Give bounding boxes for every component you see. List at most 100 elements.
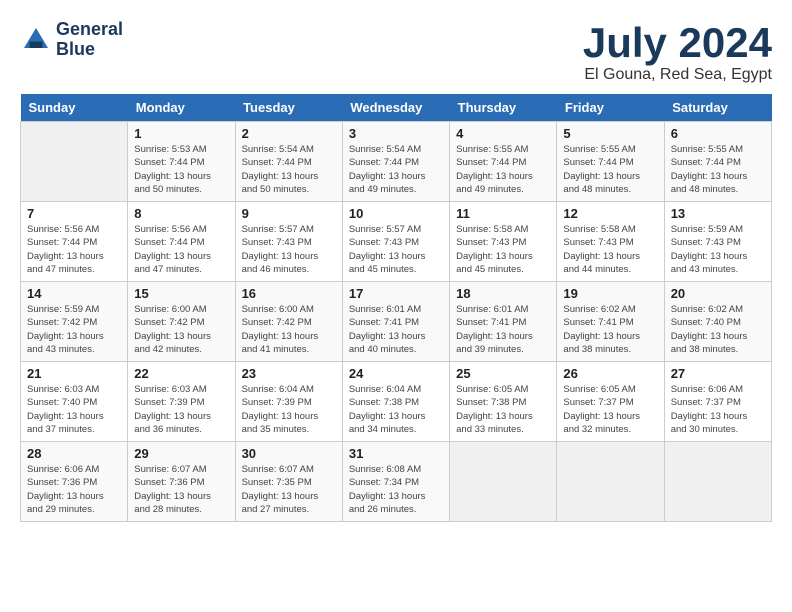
day-number: 9 [242, 206, 336, 221]
weekday-header: Tuesday [235, 94, 342, 122]
calendar-cell [664, 442, 771, 522]
weekday-header: Saturday [664, 94, 771, 122]
day-info: Sunrise: 6:04 AM Sunset: 7:39 PM Dayligh… [242, 383, 336, 436]
day-info: Sunrise: 6:01 AM Sunset: 7:41 PM Dayligh… [456, 303, 550, 356]
day-number: 7 [27, 206, 121, 221]
day-info: Sunrise: 5:59 AM Sunset: 7:42 PM Dayligh… [27, 303, 121, 356]
day-info: Sunrise: 5:54 AM Sunset: 7:44 PM Dayligh… [349, 143, 443, 196]
location-title: El Gouna, Red Sea, Egypt [583, 66, 772, 84]
day-number: 11 [456, 206, 550, 221]
day-number: 23 [242, 366, 336, 381]
calendar-cell: 8 Sunrise: 5:56 AM Sunset: 7:44 PM Daylig… [128, 202, 235, 282]
calendar-table: SundayMondayTuesdayWednesdayThursdayFrid… [20, 94, 772, 522]
calendar-cell: 18 Sunrise: 6:01 AM Sunset: 7:41 PM Dayli… [450, 282, 557, 362]
calendar-cell: 21 Sunrise: 6:03 AM Sunset: 7:40 PM Dayli… [21, 362, 128, 442]
day-number: 18 [456, 286, 550, 301]
day-info: Sunrise: 5:55 AM Sunset: 7:44 PM Dayligh… [671, 143, 765, 196]
day-info: Sunrise: 6:02 AM Sunset: 7:40 PM Dayligh… [671, 303, 765, 356]
day-number: 10 [349, 206, 443, 221]
calendar-week-row: 14 Sunrise: 5:59 AM Sunset: 7:42 PM Dayli… [21, 282, 772, 362]
calendar-cell: 22 Sunrise: 6:03 AM Sunset: 7:39 PM Dayli… [128, 362, 235, 442]
day-info: Sunrise: 6:03 AM Sunset: 7:39 PM Dayligh… [134, 383, 228, 436]
calendar-cell: 10 Sunrise: 5:57 AM Sunset: 7:43 PM Dayli… [342, 202, 449, 282]
calendar-cell: 12Sunrise: 5:58 AM Sunset: 7:43 PM Dayli… [557, 202, 664, 282]
calendar-week-row: 1 Sunrise: 5:53 AM Sunset: 7:44 PM Daylig… [21, 122, 772, 202]
calendar-cell: 26Sunrise: 6:05 AM Sunset: 7:37 PM Dayli… [557, 362, 664, 442]
calendar-cell [557, 442, 664, 522]
calendar-cell: 9 Sunrise: 5:57 AM Sunset: 7:43 PM Daylig… [235, 202, 342, 282]
day-number: 6 [671, 126, 765, 141]
day-number: 16 [242, 286, 336, 301]
day-number: 19 [563, 286, 657, 301]
day-info: Sunrise: 6:03 AM Sunset: 7:40 PM Dayligh… [27, 383, 121, 436]
day-number: 29 [134, 446, 228, 461]
day-number: 26 [563, 366, 657, 381]
day-number: 13 [671, 206, 765, 221]
day-info: Sunrise: 5:57 AM Sunset: 7:43 PM Dayligh… [242, 223, 336, 276]
day-info: Sunrise: 6:01 AM Sunset: 7:41 PM Dayligh… [349, 303, 443, 356]
day-info: Sunrise: 5:54 AM Sunset: 7:44 PM Dayligh… [242, 143, 336, 196]
calendar-week-row: 28 Sunrise: 6:06 AM Sunset: 7:36 PM Dayli… [21, 442, 772, 522]
weekday-header: Monday [128, 94, 235, 122]
day-info: Sunrise: 6:06 AM Sunset: 7:36 PM Dayligh… [27, 463, 121, 516]
day-info: Sunrise: 5:58 AM Sunset: 7:43 PM Dayligh… [456, 223, 550, 276]
calendar-cell: 14 Sunrise: 5:59 AM Sunset: 7:42 PM Dayli… [21, 282, 128, 362]
day-number: 1 [134, 126, 228, 141]
weekday-header: Friday [557, 94, 664, 122]
day-info: Sunrise: 5:56 AM Sunset: 7:44 PM Dayligh… [27, 223, 121, 276]
day-number: 15 [134, 286, 228, 301]
calendar-week-row: 7 Sunrise: 5:56 AM Sunset: 7:44 PM Daylig… [21, 202, 772, 282]
logo: General Blue [20, 20, 123, 60]
calendar-cell: 15 Sunrise: 6:00 AM Sunset: 7:42 PM Dayli… [128, 282, 235, 362]
day-number: 25 [456, 366, 550, 381]
day-info: Sunrise: 5:57 AM Sunset: 7:43 PM Dayligh… [349, 223, 443, 276]
day-number: 8 [134, 206, 228, 221]
calendar-cell: 5 Sunrise: 5:55 AM Sunset: 7:44 PM Daylig… [557, 122, 664, 202]
calendar-cell: 16Sunrise: 6:00 AM Sunset: 7:42 PM Dayli… [235, 282, 342, 362]
calendar-cell: 2 Sunrise: 5:54 AM Sunset: 7:44 PM Daylig… [235, 122, 342, 202]
calendar-cell: 20 Sunrise: 6:02 AM Sunset: 7:40 PM Dayli… [664, 282, 771, 362]
day-info: Sunrise: 6:02 AM Sunset: 7:41 PM Dayligh… [563, 303, 657, 356]
calendar-cell: 30 Sunrise: 6:07 AM Sunset: 7:35 PM Dayli… [235, 442, 342, 522]
calendar-cell: 31Sunrise: 6:08 AM Sunset: 7:34 PM Dayli… [342, 442, 449, 522]
day-number: 4 [456, 126, 550, 141]
day-info: Sunrise: 5:53 AM Sunset: 7:44 PM Dayligh… [134, 143, 228, 196]
day-info: Sunrise: 6:00 AM Sunset: 7:42 PM Dayligh… [134, 303, 228, 356]
weekday-header-row: SundayMondayTuesdayWednesdayThursdayFrid… [21, 94, 772, 122]
calendar-cell: 13 Sunrise: 5:59 AM Sunset: 7:43 PM Dayli… [664, 202, 771, 282]
calendar-cell: 17 Sunrise: 6:01 AM Sunset: 7:41 PM Dayli… [342, 282, 449, 362]
weekday-header: Sunday [21, 94, 128, 122]
calendar-cell: 23 Sunrise: 6:04 AM Sunset: 7:39 PM Dayli… [235, 362, 342, 442]
calendar-cell: 28 Sunrise: 6:06 AM Sunset: 7:36 PM Dayli… [21, 442, 128, 522]
page-header: General Blue July 2024 El Gouna, Red Sea… [20, 20, 772, 84]
day-number: 17 [349, 286, 443, 301]
day-info: Sunrise: 5:59 AM Sunset: 7:43 PM Dayligh… [671, 223, 765, 276]
day-number: 21 [27, 366, 121, 381]
calendar-cell: 25Sunrise: 6:05 AM Sunset: 7:38 PM Dayli… [450, 362, 557, 442]
day-info: Sunrise: 6:04 AM Sunset: 7:38 PM Dayligh… [349, 383, 443, 436]
weekday-header: Thursday [450, 94, 557, 122]
day-info: Sunrise: 6:07 AM Sunset: 7:35 PM Dayligh… [242, 463, 336, 516]
calendar-cell: 24Sunrise: 6:04 AM Sunset: 7:38 PM Dayli… [342, 362, 449, 442]
day-info: Sunrise: 6:06 AM Sunset: 7:37 PM Dayligh… [671, 383, 765, 436]
calendar-week-row: 21 Sunrise: 6:03 AM Sunset: 7:40 PM Dayli… [21, 362, 772, 442]
logo-text: General Blue [56, 20, 123, 60]
weekday-header: Wednesday [342, 94, 449, 122]
day-info: Sunrise: 6:07 AM Sunset: 7:36 PM Dayligh… [134, 463, 228, 516]
day-number: 2 [242, 126, 336, 141]
day-number: 12 [563, 206, 657, 221]
day-number: 5 [563, 126, 657, 141]
calendar-cell: 6 Sunrise: 5:55 AM Sunset: 7:44 PM Daylig… [664, 122, 771, 202]
day-number: 20 [671, 286, 765, 301]
day-number: 28 [27, 446, 121, 461]
logo-icon [20, 24, 52, 56]
day-number: 22 [134, 366, 228, 381]
day-number: 14 [27, 286, 121, 301]
day-info: Sunrise: 5:56 AM Sunset: 7:44 PM Dayligh… [134, 223, 228, 276]
calendar-cell [450, 442, 557, 522]
day-number: 30 [242, 446, 336, 461]
day-info: Sunrise: 5:55 AM Sunset: 7:44 PM Dayligh… [563, 143, 657, 196]
title-section: July 2024 El Gouna, Red Sea, Egypt [583, 20, 772, 84]
calendar-cell [21, 122, 128, 202]
calendar-cell: 4Sunrise: 5:55 AM Sunset: 7:44 PM Daylig… [450, 122, 557, 202]
